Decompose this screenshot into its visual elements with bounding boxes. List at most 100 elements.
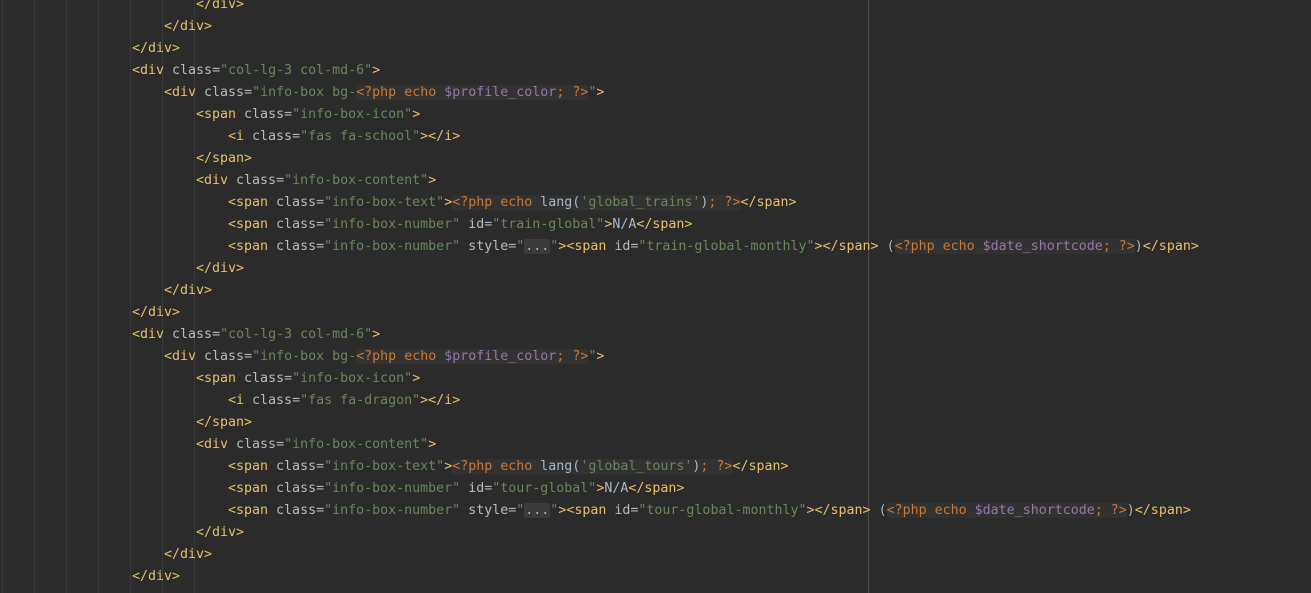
- code-token: "col-lg-3 col-md-6": [220, 327, 373, 342]
- code-line[interactable]: <span class="info-box-number" style="...…: [0, 500, 1311, 522]
- code-token: >: [412, 107, 421, 122]
- code-token: =: [212, 327, 221, 342]
- code-line[interactable]: </div>: [0, 566, 1311, 588]
- code-token: ; ?>: [1102, 239, 1135, 254]
- code-line[interactable]: </div>: [0, 280, 1311, 302]
- code-token: </span>: [196, 415, 253, 430]
- code-token: "info-box-content": [284, 437, 429, 452]
- code-token: echo: [404, 85, 445, 100]
- code-line[interactable]: <div class="col-lg-3 col-md-6">: [0, 324, 1311, 346]
- code-token: <?php: [894, 239, 943, 254]
- code-token: echo: [404, 349, 445, 364]
- code-token: <span: [228, 217, 277, 232]
- code-token: ...: [524, 239, 551, 254]
- code-token: "info-box bg-: [252, 349, 357, 364]
- code-token: <?php: [356, 85, 405, 100]
- code-token: >: [412, 371, 421, 386]
- code-token: </span>: [732, 459, 789, 474]
- code-line[interactable]: <span class="info-box-icon">: [0, 368, 1311, 390]
- code-line[interactable]: <span class="info-box-text"><?php echo l…: [0, 456, 1311, 478]
- code-token: class: [252, 393, 293, 408]
- code-line[interactable]: </div>: [0, 302, 1311, 324]
- code-line[interactable]: <div class="info-box bg-<?php echo $prof…: [0, 82, 1311, 104]
- code-token: =: [276, 437, 285, 452]
- code-token: "info-box-icon": [292, 371, 413, 386]
- code-token: ><span: [558, 503, 615, 518]
- code-token: "fas fa-dragon": [300, 393, 421, 408]
- code-line[interactable]: <div class="info-box bg-<?php echo $prof…: [0, 346, 1311, 368]
- code-token: </span>: [628, 481, 685, 496]
- code-line[interactable]: <div class="info-box-content">: [0, 170, 1311, 192]
- code-token: ></i>: [420, 129, 461, 144]
- code-token: </span>: [636, 217, 693, 232]
- code-line[interactable]: </div>: [0, 38, 1311, 60]
- code-token: class: [276, 217, 317, 232]
- code-line[interactable]: <span class="info-box-icon">: [0, 104, 1311, 126]
- code-token: <div: [196, 173, 237, 188]
- code-token: id: [468, 217, 485, 232]
- code-token: class: [276, 503, 317, 518]
- code-token: class: [276, 481, 317, 496]
- code-line[interactable]: <span class="info-box-number" id="train-…: [0, 214, 1311, 236]
- code-token: echo: [500, 195, 541, 210]
- code-token: class: [244, 371, 285, 386]
- code-token: ></i>: [420, 393, 461, 408]
- code-line[interactable]: <span class="info-box-text"><?php echo l…: [0, 192, 1311, 214]
- code-token: <i: [228, 129, 253, 144]
- code-token: echo: [942, 239, 983, 254]
- code-line[interactable]: <span class="info-box-number" id="tour-g…: [0, 478, 1311, 500]
- code-token: </div>: [164, 283, 213, 298]
- code-token: >: [596, 85, 605, 100]
- code-token: =: [316, 459, 325, 474]
- code-token: echo: [934, 503, 975, 518]
- code-token: =: [316, 239, 325, 254]
- code-line[interactable]: </div>: [0, 544, 1311, 566]
- code-line[interactable]: </div>: [0, 258, 1311, 280]
- code-token: "info-box bg-: [252, 85, 357, 100]
- code-token: echo: [500, 459, 541, 474]
- code-token: =: [316, 503, 325, 518]
- code-token: <span: [228, 239, 277, 254]
- code-line[interactable]: </span>: [0, 412, 1311, 434]
- code-token: <div: [132, 63, 173, 78]
- code-token: </div>: [132, 569, 181, 584]
- code-token: "train-global": [492, 217, 605, 232]
- code-token: </div>: [132, 41, 181, 56]
- code-area[interactable]: </div> </div> </div> <div class="col-lg-3 c…: [0, 0, 1311, 588]
- code-token: </div>: [164, 19, 213, 34]
- code-token: </div>: [132, 305, 181, 320]
- code-token: =: [292, 129, 301, 144]
- code-line[interactable]: <i class="fas fa-school"></i>: [0, 126, 1311, 148]
- code-token: </div>: [196, 261, 245, 276]
- code-token: =: [316, 217, 325, 232]
- code-token: class: [236, 437, 277, 452]
- code-token: </div>: [196, 525, 245, 540]
- code-line[interactable]: </div>: [0, 16, 1311, 38]
- code-line[interactable]: </span>: [0, 148, 1311, 170]
- code-token: $profile_color: [444, 85, 557, 100]
- code-token: =: [316, 481, 325, 496]
- code-line[interactable]: <span class="info-box-number" style="...…: [0, 236, 1311, 258]
- code-token: class: [236, 173, 277, 188]
- code-editor[interactable]: </div> </div> </div> <div class="col-lg-3 c…: [0, 0, 1311, 593]
- code-token: "col-lg-3 col-md-6": [220, 63, 373, 78]
- code-line[interactable]: <i class="fas fa-dragon"></i>: [0, 390, 1311, 412]
- code-token: $date_shortcode: [982, 239, 1103, 254]
- code-token: ; ?>: [556, 85, 589, 100]
- code-token: =: [276, 173, 285, 188]
- code-token: </div>: [164, 547, 213, 562]
- code-token: class: [276, 195, 317, 210]
- code-line[interactable]: <div class="col-lg-3 col-md-6">: [0, 60, 1311, 82]
- code-token: class: [276, 239, 317, 254]
- code-line[interactable]: </div>: [0, 522, 1311, 544]
- code-token: ><span: [558, 239, 615, 254]
- code-token: class: [244, 107, 285, 122]
- code-token: $profile_color: [444, 349, 557, 364]
- code-token: </span>: [1134, 503, 1191, 518]
- code-line[interactable]: </div>: [0, 0, 1311, 16]
- code-line[interactable]: <div class="info-box-content">: [0, 434, 1311, 456]
- code-token: "info-box-number": [324, 239, 469, 254]
- code-token: $date_shortcode: [974, 503, 1095, 518]
- code-token: lang(: [540, 459, 581, 474]
- code-token: =: [244, 85, 253, 100]
